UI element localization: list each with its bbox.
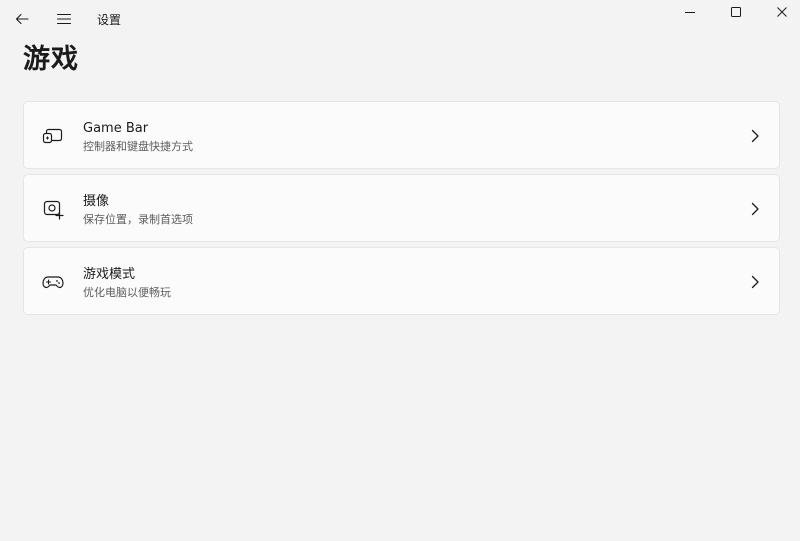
- chevron-right-icon: [747, 274, 763, 290]
- game-bar-card[interactable]: Game Bar 控制器和键盘快捷方式: [23, 101, 780, 169]
- card-subtitle: 保存位置，录制首选项: [83, 213, 193, 226]
- chevron-right-icon: [747, 128, 763, 144]
- app-title: 设置: [97, 13, 122, 27]
- game-controller-icon: [41, 270, 65, 294]
- game-bar-icon: [41, 124, 65, 148]
- hamburger-menu-icon[interactable]: [53, 8, 75, 30]
- close-button[interactable]: [759, 0, 800, 24]
- card-title: 摄像: [83, 194, 110, 209]
- card-title: 游戏模式: [83, 267, 136, 282]
- capture-icon: [41, 197, 65, 221]
- close-icon: [777, 7, 787, 17]
- minimize-button[interactable]: [667, 0, 713, 24]
- minimize-icon: [685, 12, 695, 13]
- title-bar: 设置: [0, 0, 800, 38]
- capture-card[interactable]: 摄像 保存位置，录制首选项: [23, 174, 780, 242]
- back-arrow-icon[interactable]: [11, 8, 33, 30]
- game-mode-card[interactable]: 游戏模式 优化电脑以便畅玩: [23, 247, 780, 315]
- chevron-right-icon: [747, 201, 763, 217]
- card-title: Game Bar: [83, 121, 149, 136]
- maximize-icon: [731, 7, 741, 17]
- maximize-button[interactable]: [713, 0, 759, 24]
- card-subtitle: 优化电脑以便畅玩: [83, 286, 171, 299]
- page-title: 游戏: [23, 44, 79, 75]
- card-subtitle: 控制器和键盘快捷方式: [83, 140, 193, 153]
